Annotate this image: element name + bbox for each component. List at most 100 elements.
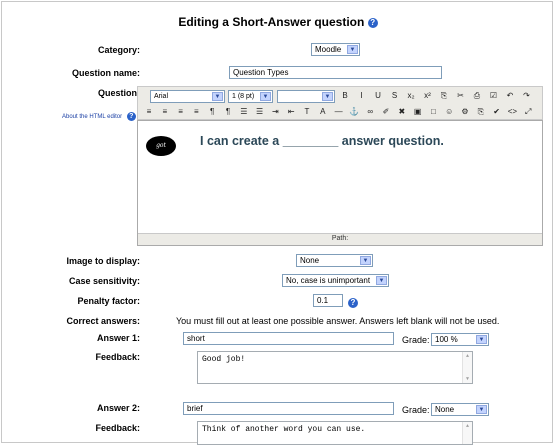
scrollbar[interactable]: ▲ ▼ <box>462 352 472 383</box>
answer-1-input[interactable]: short <box>183 332 394 345</box>
case-sensitivity-label: Case sensitivity: <box>68 276 140 286</box>
correct-answers-label: Correct answers: <box>66 316 140 326</box>
toolbar-button[interactable]: ↶ <box>505 91 515 100</box>
toolbar-button[interactable]: I <box>357 91 367 100</box>
feedback-1-textarea[interactable]: Good job! ▲ ▼ <box>197 351 473 384</box>
answer-2-input[interactable]: brief <box>183 402 394 415</box>
font-family-value: Arial <box>154 93 169 100</box>
toolbar-button[interactable]: ¶ <box>223 107 233 116</box>
toolbar-button[interactable]: ⎘ <box>476 107 486 116</box>
font-family-select[interactable]: Arial ▼ <box>150 90 225 103</box>
toolbar-button[interactable]: B <box>340 91 350 100</box>
grade-1-value: 100 % <box>435 335 458 344</box>
correct-answers-note: You must fill out at least one possible … <box>176 316 500 326</box>
toolbar-button[interactable]: ⇤ <box>286 107 296 116</box>
toolbar-button[interactable]: ✔ <box>492 107 502 116</box>
chevron-down-icon: ▼ <box>476 405 487 414</box>
image-to-display-label: Image to display: <box>66 256 140 266</box>
chevron-down-icon: ▼ <box>212 92 223 101</box>
toolbar-button[interactable]: ≡ <box>176 107 186 116</box>
chevron-down-icon: ▼ <box>260 92 271 101</box>
toolbar-button[interactable]: — <box>334 107 344 116</box>
case-sensitivity-value: No, case is unimportant <box>286 276 371 285</box>
image-select[interactable]: None ▼ <box>296 254 373 267</box>
feedback-2-label: Feedback: <box>95 423 140 433</box>
image-value: None <box>300 256 320 265</box>
feedback-2-textarea[interactable]: Think of another word you can use. ▲ <box>197 421 473 445</box>
toolbar-button[interactable]: U <box>373 91 383 100</box>
toolbar-button[interactable]: ✂ <box>456 91 466 100</box>
toolbar-button[interactable]: ☺ <box>444 107 454 116</box>
feedback-2-text: Think of another word you can use. <box>202 425 366 434</box>
grade-2-label: Grade: <box>402 405 430 415</box>
font-size-value: 1 (8 pt) <box>232 93 255 100</box>
scroll-down-icon[interactable]: ▼ <box>464 376 471 382</box>
answer-2-label: Answer 2: <box>96 403 140 413</box>
penalty-factor-label: Penalty factor: <box>77 296 140 306</box>
toolbar-button[interactable]: ⤢ <box>523 107 533 116</box>
about-html-editor-link[interactable]: About the HTML editor ? <box>62 112 136 121</box>
toolbar-button[interactable]: ☰ <box>239 107 249 116</box>
grade-2-select[interactable]: None ▼ <box>431 403 489 416</box>
feedback-1-text: Good job! <box>202 355 246 364</box>
chevron-down-icon: ▼ <box>376 276 387 285</box>
toolbar-button[interactable]: A <box>318 107 328 116</box>
toolbar-button[interactable]: x₂ <box>406 91 416 100</box>
category-label: Category: <box>97 45 140 55</box>
toolbar-button[interactable]: ¶ <box>207 107 217 116</box>
path-label: Path: <box>331 235 349 242</box>
page-title: Editing a Short-Answer question ? <box>0 15 556 29</box>
toolbar-button[interactable]: <> <box>507 107 517 116</box>
toolbar-button[interactable]: ☑ <box>489 91 499 100</box>
page-title-text: Editing a Short-Answer question <box>178 15 365 29</box>
chevron-down-icon: ▼ <box>360 256 371 265</box>
toolbar-button[interactable]: ✐ <box>381 107 391 116</box>
moodle-logo: got moodle? <box>146 136 176 169</box>
help-icon[interactable]: ? <box>348 298 358 308</box>
toolbar-button[interactable]: ≡ <box>191 107 201 116</box>
toolbar-button[interactable]: ↷ <box>522 91 532 100</box>
toolbar-button[interactable]: ⚙ <box>460 107 470 116</box>
chevron-down-icon: ▼ <box>347 45 358 54</box>
scroll-up-icon[interactable]: ▲ <box>464 423 471 429</box>
chevron-down-icon: ▼ <box>322 92 333 101</box>
question-text: I can create a ________ answer question. <box>200 134 444 148</box>
scroll-up-icon[interactable]: ▲ <box>464 353 471 359</box>
toolbar-button[interactable]: x² <box>423 91 433 100</box>
toolbar-button[interactable]: ≡ <box>144 107 154 116</box>
toolbar-button[interactable]: ≡ <box>160 107 170 116</box>
scrollbar[interactable]: ▲ <box>462 422 472 444</box>
toolbar-button[interactable]: T <box>302 107 312 116</box>
toolbar-button[interactable]: ⎙ <box>472 91 482 100</box>
penalty-factor-input[interactable]: 0.1 <box>313 294 343 307</box>
toolbar-button[interactable]: ✖ <box>397 107 407 116</box>
editor-path-bar: Path: <box>138 233 542 245</box>
case-sensitivity-select[interactable]: No, case is unimportant ▼ <box>282 274 389 287</box>
question-name-input[interactable]: Question Types <box>229 66 442 79</box>
help-icon[interactable]: ? <box>367 17 378 28</box>
grade-2-value: None <box>435 405 455 414</box>
style-select[interactable]: ▼ <box>277 90 335 103</box>
toolbar-button[interactable]: ⚓ <box>349 107 359 116</box>
grade-1-select[interactable]: 100 % ▼ <box>431 333 489 346</box>
toolbar-button[interactable]: ⇥ <box>270 107 280 116</box>
question-label: Question: <box>98 88 140 98</box>
category-value: Moodle <box>315 45 342 54</box>
question-editor[interactable]: got moodle? I can create a ________ answ… <box>137 120 543 246</box>
answer-1-label: Answer 1: <box>96 333 140 343</box>
feedback-1-label: Feedback: <box>95 352 140 362</box>
toolbar-button[interactable]: □ <box>428 107 438 116</box>
toolbar-button[interactable]: ∞ <box>365 107 375 116</box>
editor-toolbar: Arial ▼ 1 (8 pt) ▼ ▼ B I U Sx₂ x² ⎘ ✂ ⎙ ☑ ↶ ↷ ≡ ≡ ≡ ≡… <box>137 86 543 120</box>
toolbar-button[interactable]: S <box>390 91 400 100</box>
about-html-editor-text[interactable]: About the HTML editor <box>62 114 122 120</box>
chevron-down-icon: ▼ <box>476 335 487 344</box>
font-size-select[interactable]: 1 (8 pt) ▼ <box>228 90 273 103</box>
grade-1-label: Grade: <box>402 335 430 345</box>
category-select[interactable]: Moodle ▼ <box>311 43 360 56</box>
toolbar-button[interactable]: ☰ <box>255 107 265 116</box>
toolbar-button[interactable]: ▣ <box>413 107 423 116</box>
question-name-label: Question name: <box>71 68 140 78</box>
toolbar-button[interactable]: ⎘ <box>439 91 449 100</box>
help-icon[interactable]: ? <box>126 112 136 121</box>
